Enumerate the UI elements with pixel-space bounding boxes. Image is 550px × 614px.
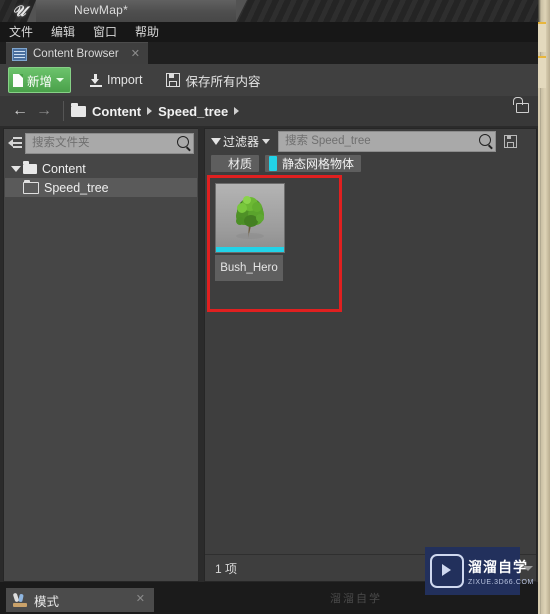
chevron-down-icon[interactable]: [262, 138, 271, 144]
breadcrumb-item-speed-tree[interactable]: Speed_tree: [158, 104, 228, 119]
watermark-text: 溜溜自学 ZIXUE.3D66.COM: [468, 557, 534, 586]
menu-item-window[interactable]: 窗口: [84, 22, 126, 42]
tab-content-browser-label: Content Browser: [33, 48, 119, 60]
filter-list-icon[interactable]: [8, 137, 22, 149]
asset-grid: Bush_Hero: [205, 175, 536, 555]
watermark-ghost-text: 溜溜自学: [330, 593, 382, 605]
filter-funnel-icon[interactable]: [211, 137, 221, 145]
tree-item-content[interactable]: Content: [5, 159, 197, 178]
watermark-subtitle: ZIXUE.3D66.COM: [468, 578, 534, 586]
new-document-icon: [13, 73, 23, 87]
content-browser-window: Content Browser ✕ 新增 Import 保存所有内容 ← → C…: [0, 42, 538, 582]
asset-search-input[interactable]: [279, 134, 496, 148]
filter-chip-row: 材质 静态网格物体: [205, 153, 536, 173]
folder-search-box[interactable]: [25, 132, 194, 154]
content-browser-toolbar: 新增 Import 保存所有内容: [0, 64, 538, 97]
modes-icon: [13, 593, 27, 607]
tree-item-speed-tree[interactable]: Speed_tree: [5, 178, 197, 197]
application-window: 𝒰 NewMap* 文件 编辑 窗口 帮助 Content Browser ✕ …: [0, 0, 550, 614]
content-browser-tab-strip: Content Browser ✕: [0, 42, 538, 65]
close-icon[interactable]: ✕: [136, 592, 145, 605]
tab-modes-label: 模式: [34, 594, 60, 609]
save-all-label: 保存所有内容: [185, 74, 261, 89]
import-label: Import: [107, 73, 143, 87]
view-options-caret-icon[interactable]: [523, 566, 533, 571]
level-tab-label: NewMap*: [74, 3, 129, 17]
folder-tree-panel: Content Speed_tree: [3, 128, 199, 582]
back-arrow-icon[interactable]: ←: [8, 103, 32, 119]
asset-count-label: 1 项: [215, 561, 238, 576]
level-tab[interactable]: NewMap*: [27, 0, 247, 22]
menu-item-file[interactable]: 文件: [0, 22, 42, 42]
content-browser-icon: [12, 47, 27, 61]
filter-chip-static-mesh[interactable]: 静态网格物体: [265, 154, 362, 172]
save-icon: [166, 73, 181, 87]
unlock-icon[interactable]: [513, 97, 529, 113]
chevron-down-icon: [56, 78, 65, 82]
import-icon: [90, 73, 103, 87]
folder-icon-2: [23, 179, 39, 194]
folder-icon: [23, 160, 37, 174]
asset-panel: 过滤器 材质 静态网格物体: [204, 128, 537, 582]
search-icon: [479, 133, 492, 146]
tab-content-browser[interactable]: Content Browser ✕: [6, 42, 148, 65]
chip-swatch-2: [269, 155, 278, 171]
save-search-icon[interactable]: [504, 134, 518, 148]
filter-chip-material-label: 材质: [228, 156, 253, 171]
bush-thumbnail-image: [236, 196, 264, 239]
folder-search-row: [8, 132, 194, 154]
menu-item-help[interactable]: 帮助: [126, 22, 168, 42]
forward-arrow-icon[interactable]: →: [32, 103, 56, 119]
filter-chip-material[interactable]: 材质: [211, 154, 260, 172]
breadcrumb-bar: ← → Content Speed_tree: [0, 96, 538, 127]
filter-button-label[interactable]: 过滤器: [223, 133, 259, 150]
folder-icon: [71, 102, 86, 117]
chip-swatch: [215, 155, 223, 171]
play-logo-icon: [430, 554, 464, 588]
filter-row: 过滤器: [205, 129, 536, 153]
menu-item-edit[interactable]: 编辑: [42, 22, 84, 42]
menu-bar: 文件 编辑 窗口 帮助: [0, 22, 538, 42]
content-browser-body: Content Speed_tree 过滤器: [0, 126, 538, 582]
save-all-button[interactable]: 保存所有内容: [161, 68, 265, 92]
chevron-right-icon-2[interactable]: [234, 107, 240, 115]
import-button[interactable]: Import: [85, 68, 147, 92]
folder-search-input[interactable]: [26, 136, 193, 150]
add-new-label: 新增: [27, 74, 53, 89]
asset-thumbnail: [215, 183, 285, 253]
watermark-badge: 溜溜自学 ZIXUE.3D66.COM: [425, 547, 533, 595]
close-icon[interactable]: ✕: [131, 47, 140, 60]
chevron-right-icon[interactable]: [147, 107, 153, 115]
filter-chip-static-mesh-label: 静态网格物体: [282, 156, 355, 171]
toolbar-divider: [63, 101, 64, 121]
asset-label: Bush_Hero: [215, 255, 283, 281]
search-icon: [177, 135, 189, 148]
tree-item-speed-tree-label: Speed_tree: [44, 180, 109, 195]
tab-modes[interactable]: 模式 ✕: [6, 588, 154, 612]
asset-type-color-bar: [216, 247, 284, 252]
tree-item-content-label: Content: [42, 161, 86, 176]
breadcrumb-item-content[interactable]: Content: [92, 104, 141, 119]
expand-arrow-icon[interactable]: [11, 165, 21, 172]
asset-tile-bush-hero[interactable]: Bush_Hero: [215, 183, 285, 281]
add-new-button[interactable]: 新增: [8, 67, 72, 93]
asset-search-box[interactable]: [278, 130, 497, 152]
title-bar: 𝒰 NewMap*: [0, 0, 538, 22]
